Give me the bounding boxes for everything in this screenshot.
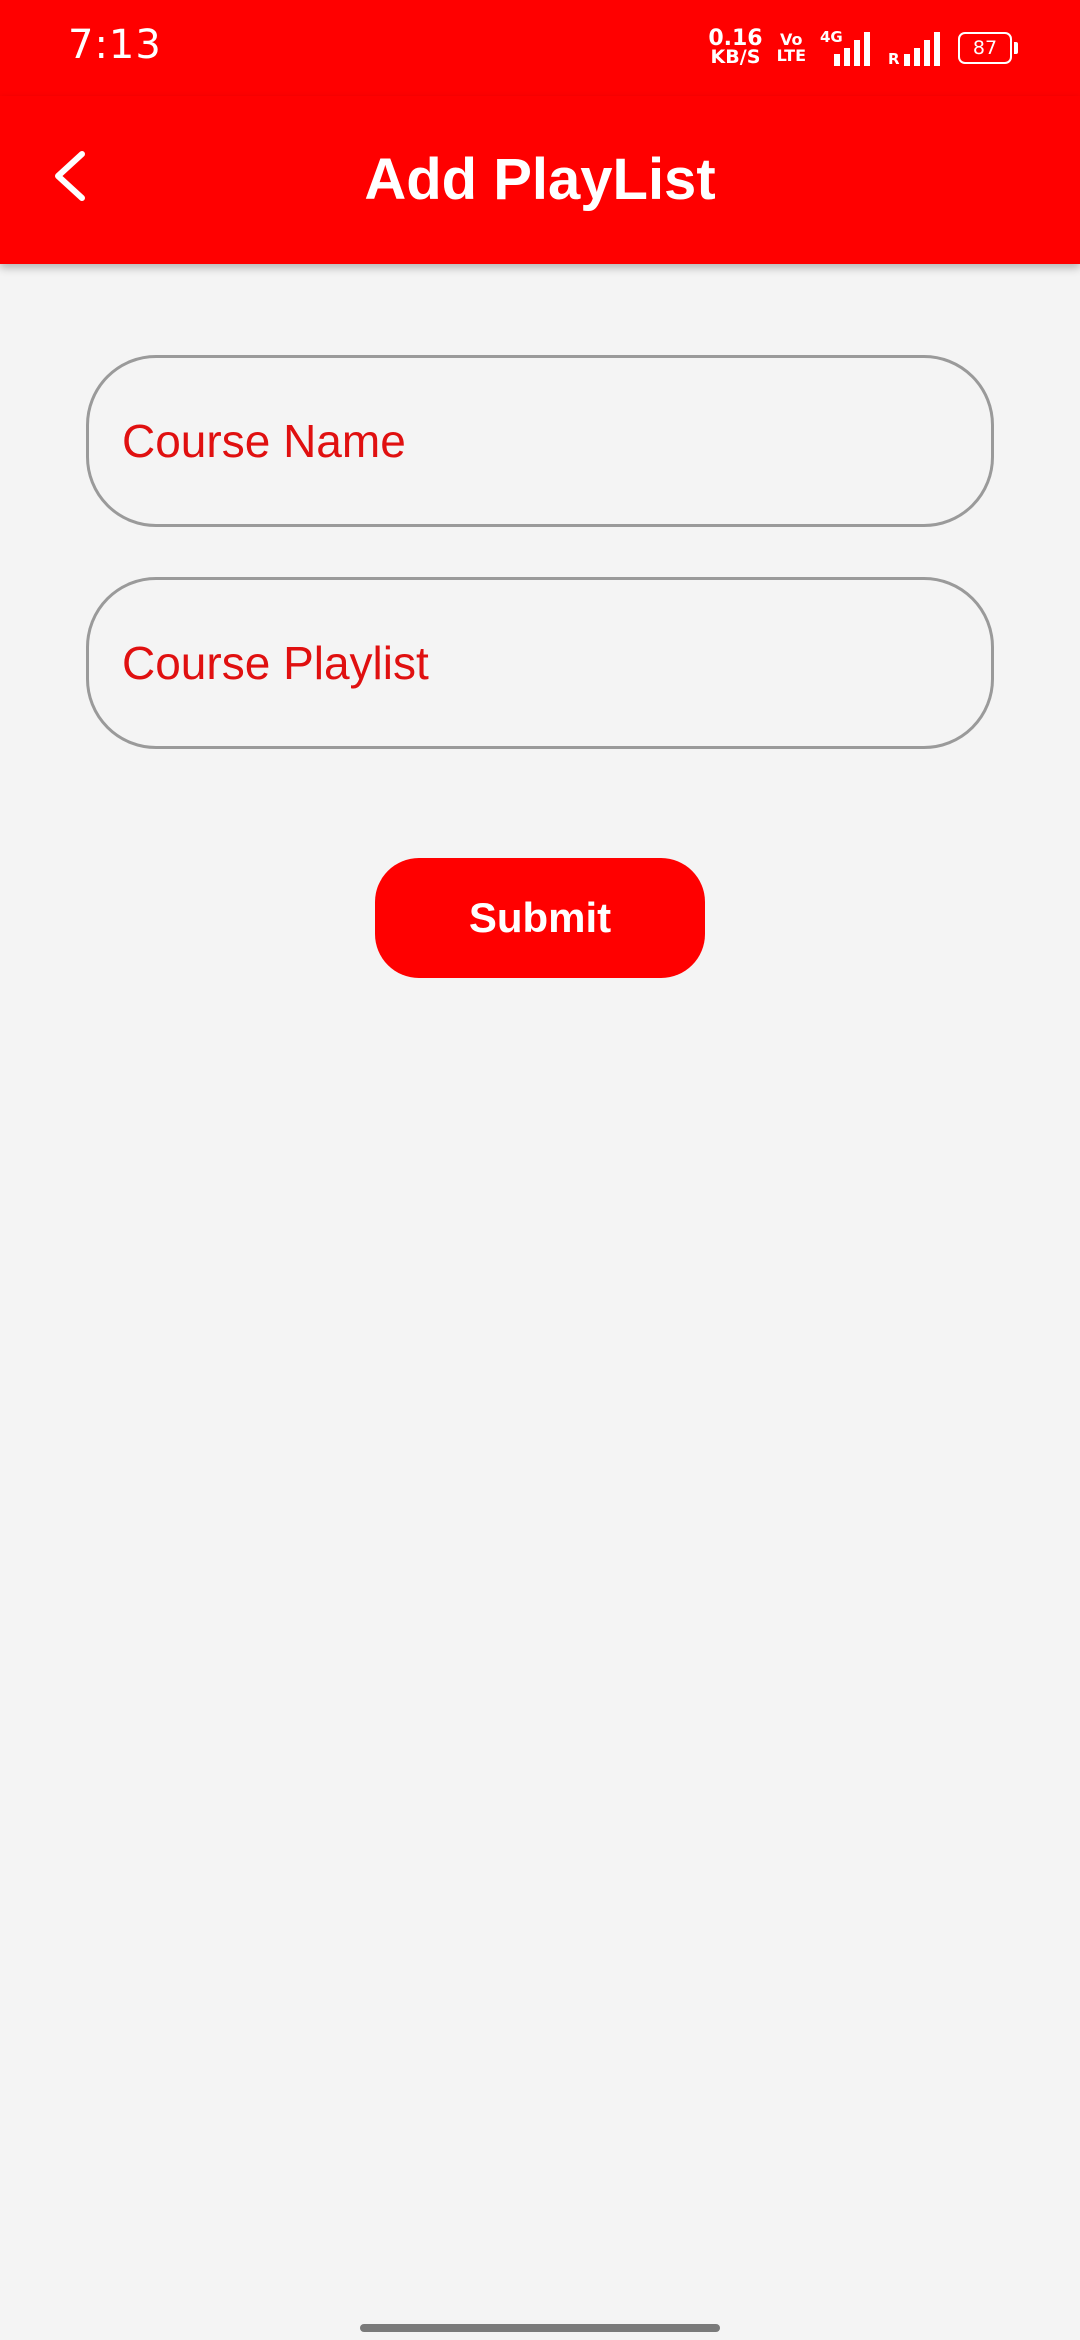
roaming-label: R [888,50,900,68]
volte-bottom-label: LTE [776,46,806,65]
add-playlist-screen: 7:13 0.16 KB/S Vo LTE 4G R 87 Add PlayLi… [0,0,1080,2340]
page-title: Add PlayList [364,147,716,212]
signal-4g-icon: 4G [820,28,874,68]
app-bar: Add PlayList [0,96,1080,264]
course-name-input[interactable] [89,414,991,468]
battery-icon: 87 [958,32,1018,64]
status-time: 7:13 [68,22,162,68]
battery-level: 87 [972,37,998,59]
course-playlist-input[interactable] [89,636,991,690]
network-speed-unit: KB/S [710,46,761,68]
submit-button[interactable]: Submit [375,858,705,978]
home-indicator[interactable] [360,2324,720,2332]
network-speed: 0.16 KB/S [708,28,762,68]
network-type-label: 4G [820,28,843,46]
status-bar: 7:13 0.16 KB/S Vo LTE 4G R 87 [0,0,1080,96]
volte-icon: Vo LTE [777,32,806,64]
status-icons: 0.16 KB/S Vo LTE 4G R 87 [708,26,1018,70]
course-name-field[interactable] [86,355,994,527]
signal-roaming-icon: R [888,28,944,68]
course-playlist-field[interactable] [86,577,994,749]
